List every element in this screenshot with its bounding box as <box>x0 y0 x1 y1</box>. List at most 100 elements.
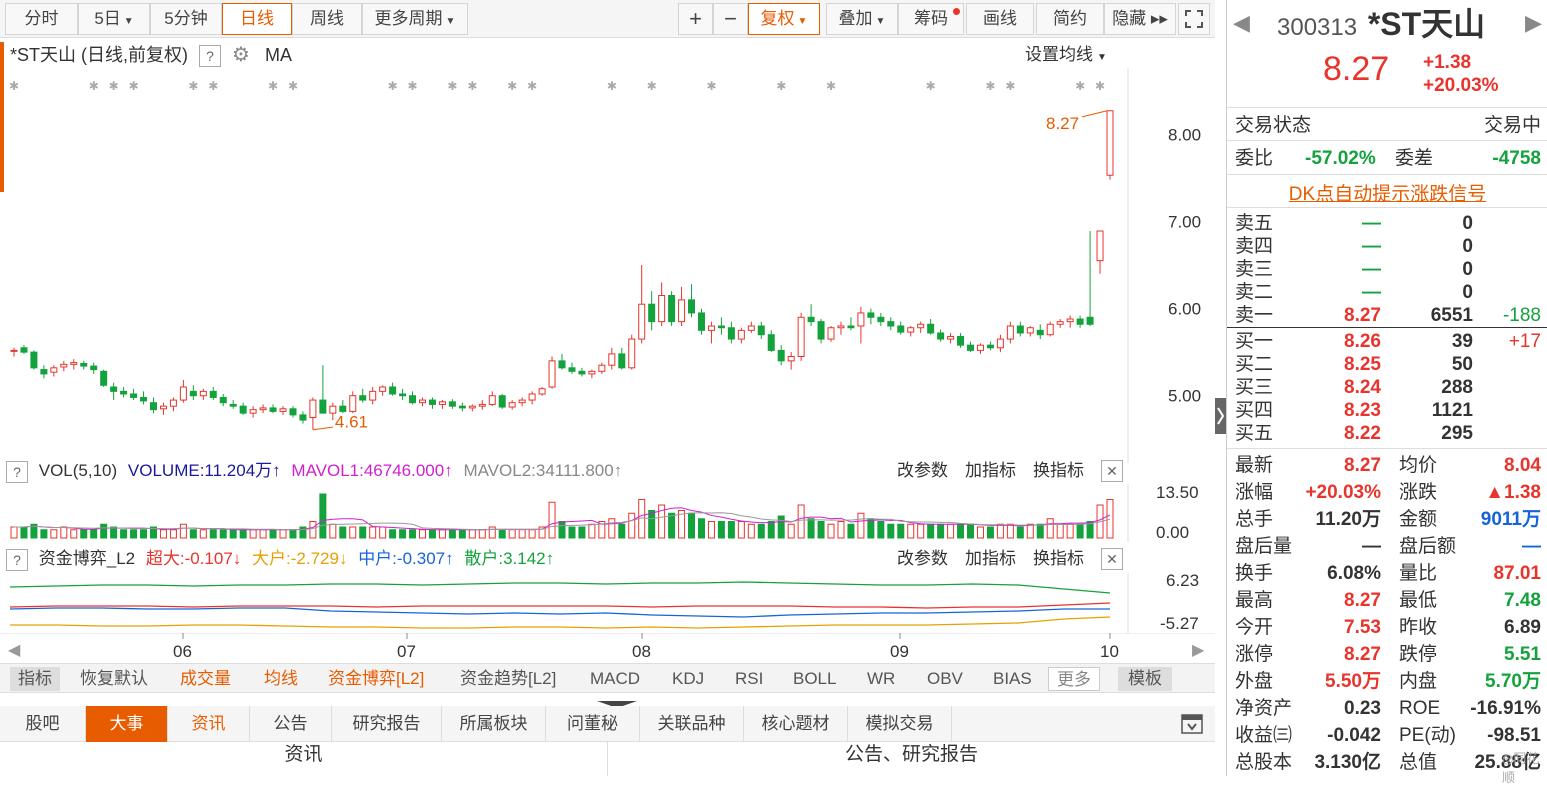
overlay-button[interactable]: 叠加 ▼ <box>826 3 898 35</box>
price-tick-label: 5.00 <box>1168 387 1201 406</box>
stat-row: 今开 7.53 昨收 6.89 <box>1235 616 1541 639</box>
tab-5day[interactable]: 5日 ▼ <box>78 3 150 35</box>
tab-5min[interactable]: 5分钟 <box>150 3 222 35</box>
volume-bar <box>757 523 765 539</box>
event-marker-icon: ✱ <box>507 79 517 93</box>
edit-params-button[interactable]: 改参数 <box>897 456 948 486</box>
volume-bar <box>10 526 18 539</box>
buy-level[interactable]: 买四 8.23 1121 <box>1235 399 1541 422</box>
tab-weekly[interactable]: 周线 <box>292 3 362 35</box>
candle-body <box>807 316 815 323</box>
tab-ask-secretary[interactable]: 问董秘 <box>546 706 640 742</box>
change-indicator-button[interactable]: 换指标 <box>1033 544 1084 574</box>
tab-announcements[interactable]: 公告 <box>250 706 332 742</box>
tab-wr[interactable]: WR <box>867 667 895 691</box>
candle-body <box>478 403 486 407</box>
volume-bar <box>20 526 28 539</box>
hide-button[interactable]: 隐藏 ▸▸ <box>1104 3 1176 35</box>
tab-volume[interactable]: 成交量 <box>180 667 231 691</box>
prev-stock-icon[interactable]: ◀ <box>1233 10 1250 36</box>
fund-name: 资金博弈_L2 <box>38 549 136 568</box>
volume-bar <box>259 529 267 539</box>
more-periods-button[interactable]: 更多周期 ▼ <box>362 3 468 35</box>
candle-body <box>60 363 68 368</box>
tab-ma[interactable]: 均线 <box>264 667 298 691</box>
tab-indicator[interactable]: 指标 <box>10 667 60 691</box>
template-button[interactable]: 模板 <box>1118 667 1172 691</box>
tab-kdj[interactable]: KDJ <box>672 667 704 691</box>
notification-dot <box>953 8 960 15</box>
fullscreen-icon[interactable] <box>1178 3 1210 35</box>
tab-macd[interactable]: MACD <box>590 667 640 691</box>
chips-button[interactable]: 筹码 <box>898 3 964 35</box>
sell-level[interactable]: 卖一 8.27 6551 -188 <box>1235 304 1541 327</box>
draw-button[interactable]: 画线 <box>966 3 1034 35</box>
tab-guba[interactable]: 股吧 <box>0 706 86 742</box>
volume-bar <box>777 515 785 539</box>
sell-level[interactable]: 卖五 — 0 <box>1235 212 1541 235</box>
collapse-handle[interactable] <box>592 694 642 708</box>
event-marker-icon: ✱ <box>388 79 398 93</box>
volume-bar <box>319 493 327 539</box>
tab-daily[interactable]: 日线 <box>222 3 292 35</box>
buy-level[interactable]: 买一 8.26 39 +17 <box>1235 330 1541 353</box>
buy-level[interactable]: 买五 8.22 295 <box>1235 422 1541 445</box>
tab-obv[interactable]: OBV <box>927 667 963 691</box>
volume-bar <box>140 529 148 539</box>
help-icon[interactable]: ? <box>6 548 28 571</box>
buy-level[interactable]: 买二 8.25 50 <box>1235 353 1541 376</box>
candle-body <box>199 390 207 397</box>
expand-panel-handle[interactable] <box>1215 398 1226 434</box>
zoom-in-button[interactable]: + <box>678 3 713 35</box>
next-stock-icon[interactable]: ▶ <box>1525 10 1542 36</box>
tab-news[interactable]: 资讯 <box>168 706 250 742</box>
tab-bias[interactable]: BIAS <box>993 667 1032 691</box>
volume-bar <box>359 526 367 539</box>
volume-bar <box>1016 526 1024 539</box>
tab-rsi[interactable]: RSI <box>735 667 763 691</box>
stat-row: 净资产 0.23 ROE -16.91% <box>1235 697 1541 720</box>
volume-bar <box>269 529 277 539</box>
chart-toolbar: 分时 5日 ▼ 5分钟 日线 周线 更多周期 ▼ + − 复权 ▼ 叠加 ▼ 筹码 画线… <box>0 0 1215 38</box>
sell-level[interactable]: 卖四 — 0 <box>1235 235 1541 258</box>
close-icon[interactable]: ✕ <box>1101 460 1123 482</box>
add-indicator-button[interactable]: 加指标 <box>965 544 1016 574</box>
sell-level[interactable]: 卖三 — 0 <box>1235 258 1541 281</box>
candle-body <box>189 390 197 397</box>
stat-label: 均价 <box>1399 455 1438 476</box>
candle-body <box>598 364 606 372</box>
volume-bar <box>747 523 755 539</box>
edit-params-button[interactable]: 改参数 <box>897 544 948 574</box>
more-button[interactable]: 更多 <box>1048 667 1100 691</box>
volume-bar <box>419 529 427 539</box>
tab-reset[interactable]: 恢复默认 <box>80 667 148 691</box>
tab-events[interactable]: 大事 <box>86 706 168 742</box>
adjust-button[interactable]: 复权 ▼ <box>748 3 820 35</box>
tab-sectors[interactable]: 所属板块 <box>442 706 546 742</box>
main-chart[interactable]: *ST天山 (日线,前复权) ? ⚙ MA 设置均线 ▼ 8.00 7.00 6.00… <box>0 38 1215 463</box>
add-indicator-button[interactable]: 加指标 <box>965 456 1016 486</box>
minimize-panel-icon[interactable] <box>1180 712 1204 741</box>
month-label: 07 <box>397 642 416 661</box>
tab-intraday[interactable]: 分时 <box>5 3 78 35</box>
tab-fund-game[interactable]: 资金博弈[L2] <box>328 667 424 691</box>
level-label: 卖二 <box>1235 282 1274 303</box>
more-periods-label: 更多周期 <box>374 9 443 28</box>
dk-signal-link[interactable]: DK点自动提示涨跌信号 <box>1227 179 1547 206</box>
simple-button[interactable]: 简约 <box>1036 3 1104 35</box>
month-label: 09 <box>890 642 909 661</box>
tab-boll[interactable]: BOLL <box>793 667 836 691</box>
volume-bar <box>797 504 805 539</box>
help-icon[interactable]: ? <box>6 460 28 483</box>
close-icon[interactable]: ✕ <box>1101 548 1123 570</box>
volume-bar <box>219 529 227 539</box>
tab-research[interactable]: 研究报告 <box>332 706 442 742</box>
tab-related[interactable]: 关联品种 <box>640 706 744 742</box>
change-indicator-button[interactable]: 换指标 <box>1033 456 1084 486</box>
tab-core-themes[interactable]: 核心题材 <box>744 706 848 742</box>
buy-level[interactable]: 买三 8.24 288 <box>1235 376 1541 399</box>
zoom-out-button[interactable]: − <box>713 3 748 35</box>
sell-level[interactable]: 卖二 — 0 <box>1235 281 1541 304</box>
tab-fund-trend[interactable]: 资金趋势[L2] <box>460 667 556 691</box>
tab-sim-trade[interactable]: 模拟交易 <box>848 706 952 742</box>
